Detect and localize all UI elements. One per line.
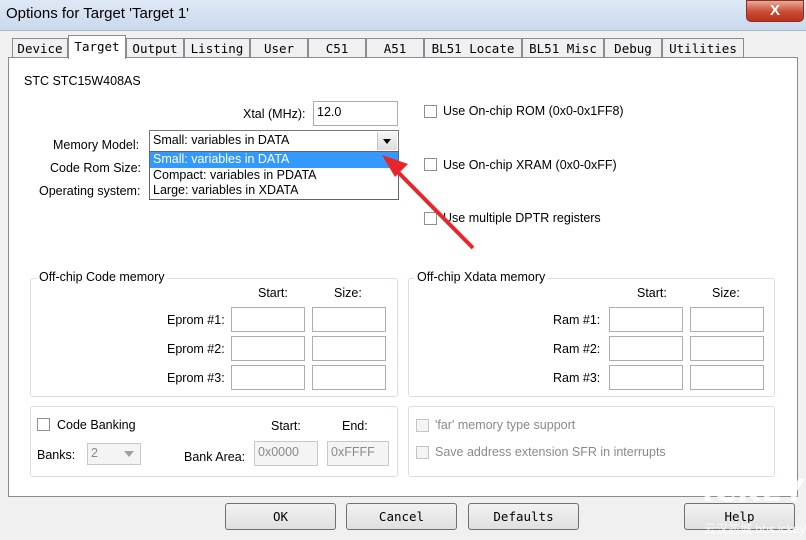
- defaults-button[interactable]: Defaults: [468, 503, 579, 530]
- ram1-size-input[interactable]: [690, 307, 764, 332]
- banks-select[interactable]: 2: [87, 443, 141, 465]
- eprom2-size-input[interactable]: [312, 336, 386, 361]
- tab-c51[interactable]: C51: [308, 38, 366, 57]
- offchip-xdata-size-header: Size:: [712, 286, 740, 300]
- eprom3-start-input[interactable]: [231, 365, 305, 390]
- memory-model-dropdown: Small: variables in DATA Compact: variab…: [149, 151, 399, 200]
- code-banking-checkbox[interactable]: [37, 418, 50, 431]
- far-memory-group: [408, 406, 775, 477]
- save-address-checkbox[interactable]: [416, 446, 429, 459]
- tab-device[interactable]: Device: [12, 38, 68, 57]
- code-banking-label: Code Banking: [57, 418, 136, 432]
- close-button[interactable]: X: [746, 0, 804, 22]
- tab-listing[interactable]: Listing: [184, 38, 250, 57]
- xtal-input[interactable]: 12.0: [313, 101, 398, 126]
- eprom1-label: Eprom #1:: [167, 313, 225, 327]
- xtal-label: Xtal (MHz):: [243, 107, 306, 121]
- offchip-xdata-legend: Off-chip Xdata memory: [415, 270, 548, 284]
- tab-a51[interactable]: A51: [366, 38, 424, 57]
- onchip-rom-label: Use On-chip ROM (0x0-0x1FF8): [443, 104, 624, 118]
- eprom3-label: Eprom #3:: [167, 371, 225, 385]
- ram3-start-input[interactable]: [609, 365, 683, 390]
- offchip-code-start-header: Start:: [258, 286, 288, 300]
- ram3-size-input[interactable]: [690, 365, 764, 390]
- eprom1-size-input[interactable]: [312, 307, 386, 332]
- far-memory-checkbox[interactable]: [416, 419, 429, 432]
- device-name: STC STC15W408AS: [24, 74, 141, 88]
- eprom1-start-input[interactable]: [231, 307, 305, 332]
- bank-start-header: Start:: [271, 419, 301, 433]
- ok-button[interactable]: OK: [225, 503, 336, 530]
- memory-model-select[interactable]: Small: variables in DATA: [149, 130, 399, 152]
- offchip-xdata-start-header: Start:: [637, 286, 667, 300]
- tab-target[interactable]: Target: [68, 35, 126, 59]
- tab-debug[interactable]: Debug: [604, 38, 662, 57]
- code-rom-label: Code Rom Size:: [50, 161, 142, 175]
- red-arrow-annotation: [382, 155, 475, 250]
- os-label: Operating system:: [39, 184, 141, 198]
- ram3-label: Ram #3:: [553, 371, 601, 385]
- close-icon: X: [769, 2, 780, 19]
- memory-model-value: Small: variables in DATA: [153, 133, 290, 147]
- eprom3-size-input[interactable]: [312, 365, 386, 390]
- watermark-subtext: 云汉芯城 bbs.ickey.cn: [704, 522, 806, 536]
- chevron-down-icon: [124, 451, 134, 457]
- memory-model-option-small[interactable]: Small: variables in DATA: [150, 152, 398, 168]
- ram1-label: Ram #1:: [553, 313, 601, 327]
- bank-area-start-input[interactable]: 0x0000: [254, 441, 318, 466]
- eprom2-label: Eprom #2:: [167, 342, 225, 356]
- tab-utilities[interactable]: Utilities: [662, 38, 744, 57]
- cancel-button[interactable]: Cancel: [346, 503, 457, 530]
- tab-bl51-misc[interactable]: BL51 Misc: [522, 38, 604, 57]
- onchip-rom-checkbox[interactable]: [424, 105, 437, 118]
- tab-bl51-locate[interactable]: BL51 Locate: [424, 38, 522, 57]
- tab-output[interactable]: Output: [126, 38, 184, 57]
- memory-model-option-compact[interactable]: Compact: variables in PDATA: [150, 168, 398, 184]
- banks-label: Banks:: [37, 448, 76, 462]
- ram2-start-input[interactable]: [609, 336, 683, 361]
- ram1-start-input[interactable]: [609, 307, 683, 332]
- memory-model-label: Memory Model:: [53, 138, 140, 152]
- offchip-code-size-header: Size:: [334, 286, 362, 300]
- bank-end-header: End:: [342, 419, 368, 433]
- ram2-size-input[interactable]: [690, 336, 764, 361]
- ram2-label: Ram #2:: [553, 342, 601, 356]
- eprom2-start-input[interactable]: [231, 336, 305, 361]
- memory-model-option-large[interactable]: Large: variables in XDATA: [150, 183, 398, 199]
- save-address-label: Save address extension SFR in interrupts: [435, 445, 666, 459]
- bank-area-end-input[interactable]: 0xFFFF: [327, 441, 389, 466]
- window-title: Options for Target 'Target 1': [6, 5, 190, 22]
- offchip-code-legend: Off-chip Code memory: [37, 270, 167, 284]
- far-memory-label: 'far' memory type support: [435, 418, 576, 432]
- bank-area-label: Bank Area:: [184, 450, 246, 464]
- watermark-logo: ICKEY: [702, 474, 806, 509]
- tab-user[interactable]: User: [250, 38, 308, 57]
- banks-value: 2: [91, 446, 98, 460]
